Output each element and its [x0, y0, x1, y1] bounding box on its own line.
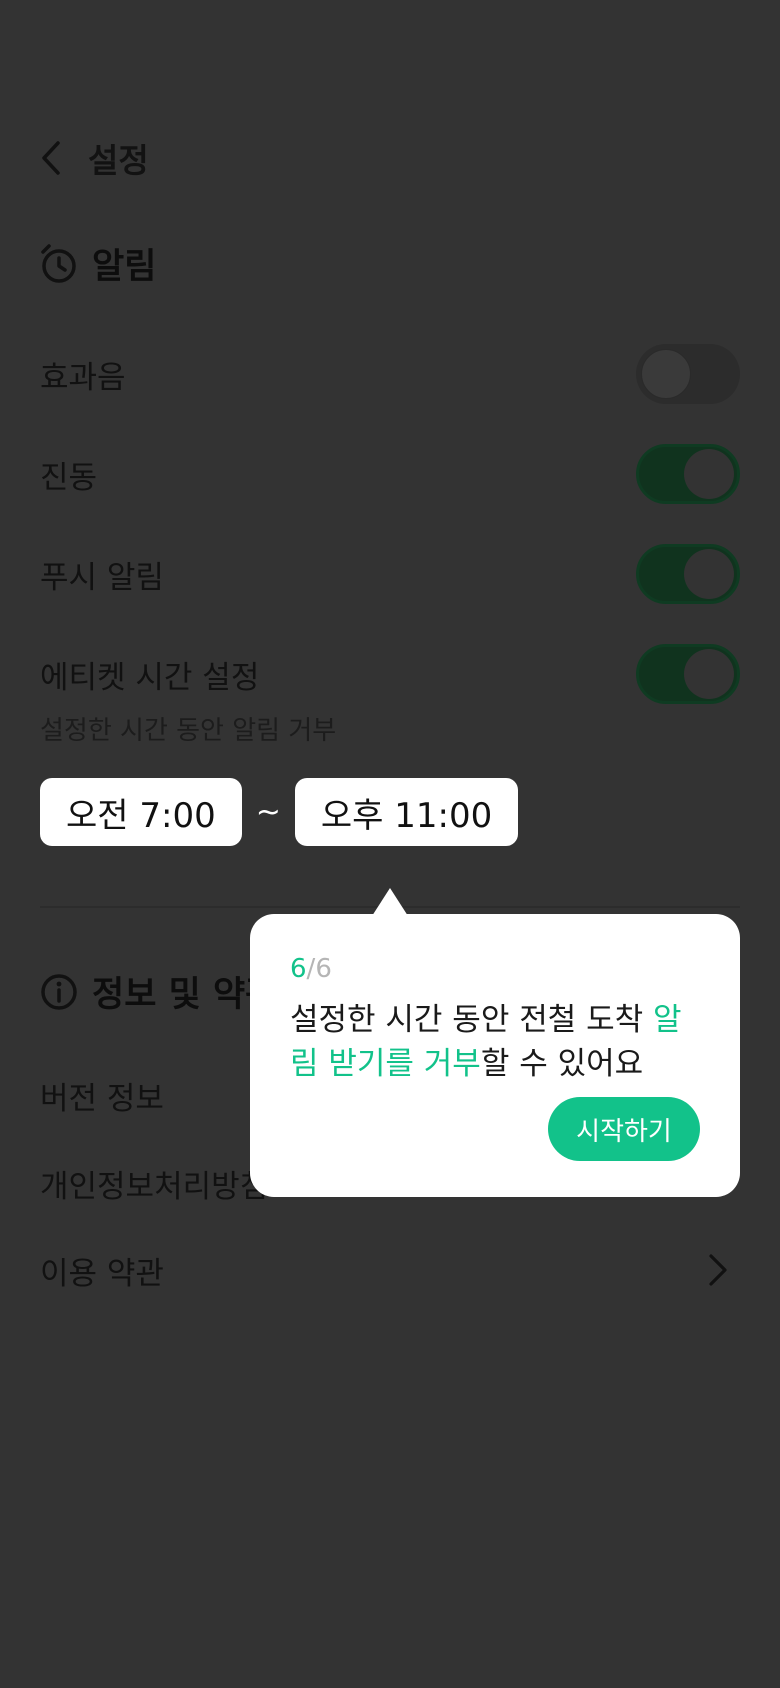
time-separator: ~: [255, 794, 281, 830]
etiquette-time-toggle[interactable]: [636, 644, 740, 704]
toggle-knob: [684, 449, 734, 499]
tooltip-message: 설정한 시간 동안 전철 도착 알림 받기를 거부할 수 있어요: [290, 998, 700, 1086]
header: 설정: [40, 128, 149, 188]
step-current: 6: [290, 954, 307, 984]
step-total: 6: [315, 954, 332, 984]
sound-effect-toggle[interactable]: [636, 344, 740, 404]
tooltip-step-indicator: 6/6: [290, 954, 700, 984]
etiquette-time-description: 설정한 시간 동안 알림 거부: [40, 716, 337, 746]
push-alarm-toggle[interactable]: [636, 544, 740, 604]
tooltip-text-part2: 할 수 있어요: [480, 1046, 644, 1082]
vibration-row: 진동: [40, 444, 740, 504]
toggle-knob: [684, 549, 734, 599]
end-time-chip[interactable]: 오후 11:00: [294, 778, 519, 846]
settings-screen: 설정 알림 효과음 진동 푸시 알림 에티켓 시간 설정 설정한 시간 동안 알…: [0, 0, 780, 1688]
privacy-policy-label: 개인정보처리방침: [40, 1168, 269, 1205]
info-section-header: 정보 및 약관: [40, 966, 277, 1017]
toggle-knob: [641, 349, 691, 399]
start-time-chip[interactable]: 오전 7:00: [40, 778, 242, 846]
back-button[interactable]: [40, 128, 70, 188]
sound-effect-label: 효과음: [40, 359, 126, 396]
vibration-label: 진동: [40, 459, 98, 496]
tooltip-arrow: [372, 888, 408, 916]
terms-of-use-label: 이용 약관: [40, 1255, 164, 1292]
chevron-right-icon: [709, 1254, 727, 1286]
info-circle-icon: [41, 973, 77, 1010]
push-alarm-label: 푸시 알림: [40, 559, 164, 596]
chevron-left-icon: [42, 141, 60, 175]
onboarding-tooltip: 6/6 설정한 시간 동안 전철 도착 알림 받기를 거부할 수 있어요 시작하…: [250, 914, 740, 1197]
sound-effect-row: 효과음: [40, 344, 740, 404]
terms-of-use-row[interactable]: 이용 약관: [40, 1245, 740, 1295]
etiquette-time-row: 에티켓 시간 설정: [40, 644, 740, 704]
tooltip-text-part1: 설정한 시간 동안 전철 도착: [290, 1002, 653, 1038]
start-button[interactable]: 시작하기: [548, 1097, 700, 1161]
alarm-section-title: 알림: [92, 247, 157, 287]
version-info-label: 버전 정보: [40, 1080, 164, 1117]
push-alarm-row: 푸시 알림: [40, 544, 740, 604]
step-separator: /: [306, 954, 316, 984]
toggle-knob: [684, 649, 734, 699]
etiquette-time-range: 오전 7:00 ~ 오후 11:00: [40, 778, 519, 846]
vibration-toggle[interactable]: [636, 444, 740, 504]
etiquette-time-label: 에티켓 시간 설정: [40, 659, 260, 696]
page-title: 설정: [88, 141, 149, 180]
alarm-clock-icon: [41, 243, 76, 283]
alarm-section-header: 알림: [40, 238, 156, 289]
